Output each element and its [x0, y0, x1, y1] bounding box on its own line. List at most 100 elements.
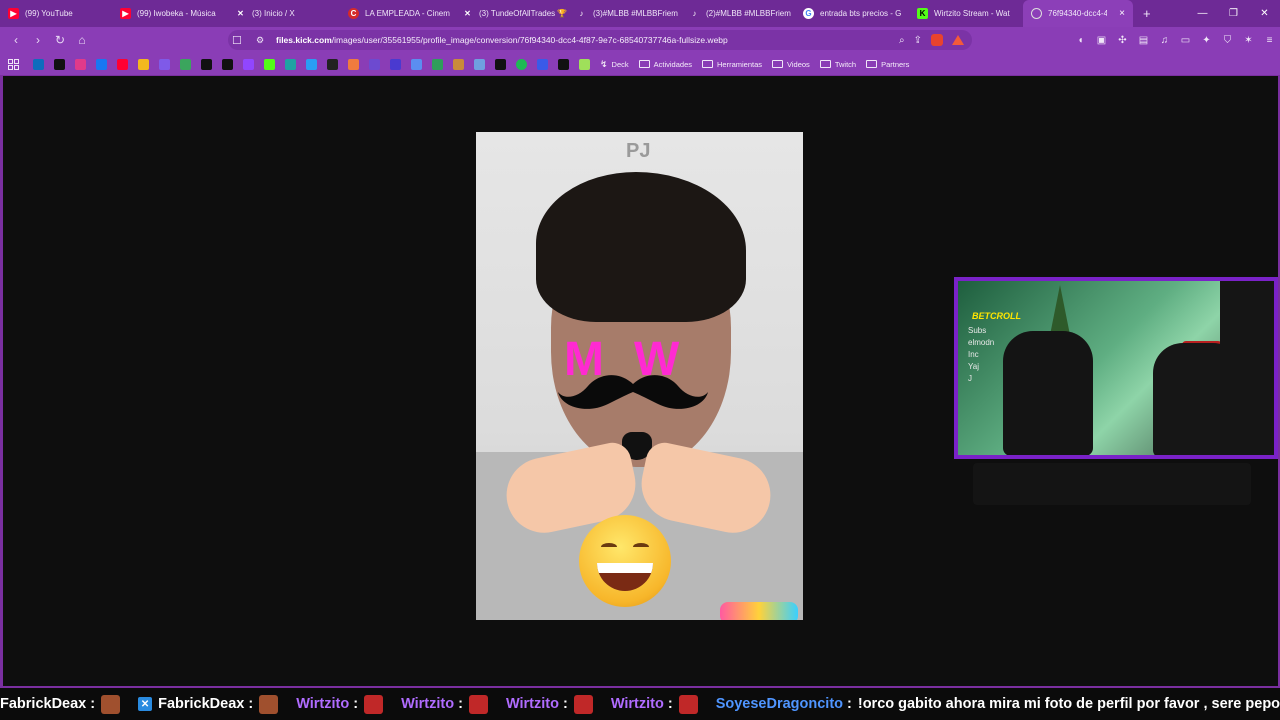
chat-emote [573, 694, 593, 714]
wallet-icon[interactable]: ▭ [1179, 34, 1192, 47]
music-app-icon[interactable] [327, 58, 338, 70]
chat-username: FabrickDeax [158, 696, 245, 712]
tab-label: (99) YouTube [25, 9, 73, 18]
bookmark-folder-partners[interactable]: Partners [866, 60, 909, 69]
chat-username: Wirtzito [505, 696, 559, 712]
youtube-icon[interactable] [117, 58, 128, 70]
forward-icon[interactable]: › [28, 30, 48, 50]
grid-icon[interactable] [495, 58, 506, 70]
brave-rewards-icon[interactable] [952, 35, 964, 45]
kick-badge-icon: ✕ [138, 697, 153, 711]
minimize-icon[interactable]: — [1187, 0, 1218, 27]
sidebar-icon[interactable]: ▤ [1137, 34, 1150, 47]
x-icon[interactable] [222, 58, 233, 70]
chat-ticker: FabrickDeax : ✕ FabrickDeax : Wirtzito :… [0, 688, 1280, 720]
twitch-icon[interactable] [243, 58, 254, 70]
zoom-icon[interactable]: ⌕ [899, 35, 905, 46]
instagram-icon[interactable] [75, 58, 86, 70]
tab-kick[interactable]: K Wirtzito Stream - Wat [909, 0, 1023, 27]
bookmark-deck[interactable]: ↯ Deck [600, 59, 629, 70]
bookmark-icon[interactable]: ☐ [232, 34, 242, 47]
site-info-icon[interactable]: ⚙ [256, 35, 268, 46]
deck-icon: ↯ [600, 58, 608, 69]
bookmark-folder-actividades[interactable]: Actividades [638, 60, 692, 69]
chat-emote [259, 694, 279, 714]
home-icon[interactable]: ⌂ [72, 30, 92, 50]
brave-shields-icon[interactable] [931, 34, 943, 46]
maximize-icon[interactable]: ❐ [1218, 0, 1249, 27]
arc-icon[interactable] [369, 58, 380, 70]
bookmark-folder-herramientas[interactable]: Herramientas [702, 60, 762, 69]
chat-username: Wirtzito [296, 696, 350, 712]
chat-message: SoyeseDragoncito : !orco gabito ahora mi… [716, 696, 1280, 712]
mouse-cursor-icon [786, 383, 796, 395]
menu-icon[interactable]: ≡ [1263, 34, 1276, 47]
bookmark-folder-twitch[interactable]: Twitch [819, 60, 856, 69]
folder-icon [638, 60, 650, 68]
tab-tiktok-1[interactable]: ♪ (3)#MLBB #MLBBFriem [568, 0, 681, 27]
r-icon[interactable] [537, 58, 548, 70]
tiktok-icon: ♪ [692, 9, 697, 18]
reload-icon[interactable]: ↻ [50, 30, 70, 50]
address-bar[interactable]: ☐ ⚙ files.kick.com/images/user/35561955/… [228, 30, 972, 50]
close-window-icon[interactable]: ✕ [1249, 0, 1280, 27]
audio-icon[interactable]: ◖ [1074, 34, 1087, 47]
dots-icon[interactable] [411, 58, 422, 70]
tab-google[interactable]: G entrada bts precios - G [795, 0, 909, 27]
chat-text: !orco gabito ahora mira mi foto de perfi… [857, 696, 1280, 712]
flag-icon[interactable]: ✶ [1242, 34, 1255, 47]
star-icon[interactable] [579, 58, 590, 70]
cinema-icon: C [348, 8, 359, 19]
music-icon[interactable]: ♫ [1158, 34, 1171, 47]
shelf [1220, 281, 1274, 455]
spotify-icon[interactable] [516, 58, 527, 70]
puzzle-icon[interactable]: ✣ [1116, 34, 1129, 47]
tool-icon[interactable] [285, 58, 296, 70]
bookmark-folder-videos[interactable]: Videos [772, 60, 810, 69]
vpn-icon[interactable]: ⛉ [1221, 34, 1234, 47]
kick-icon[interactable] [264, 58, 275, 70]
tab-youtube[interactable]: ▶ (99) YouTube [0, 0, 112, 27]
apps-icon[interactable] [8, 58, 19, 70]
webcam-overlay: BETCROLL Subs elmodn Inc Yaj J [954, 277, 1278, 459]
tab-x-home[interactable]: ✕ (3) Inicio / X [227, 0, 340, 27]
outlook-icon[interactable] [33, 58, 44, 70]
window-controls: — ❐ ✕ [1187, 0, 1280, 27]
share-icon[interactable]: ⇪ [914, 35, 922, 46]
folder-icon [866, 60, 878, 68]
tab-youtube-music[interactable]: ▶ (99) Iwobeka - Música [112, 0, 227, 27]
translate-icon[interactable] [306, 58, 317, 70]
bookmark-yellow-icon[interactable] [138, 58, 149, 70]
tiktok-icon[interactable] [54, 58, 65, 70]
tab-cinema[interactable]: C LA EMPLEADA - Cinem [340, 0, 454, 27]
leo-icon[interactable]: ✦ [1200, 34, 1213, 47]
anchor-icon[interactable] [390, 58, 401, 70]
tiktok-icon: ♪ [579, 9, 584, 18]
tab-label: LA EMPLEADA - Cinem [365, 9, 450, 18]
new-tab-button[interactable]: + [1133, 6, 1161, 21]
box-icon[interactable] [453, 58, 464, 70]
chat-username: FabrickDeax [0, 696, 87, 712]
chat-message: Wirtzito : [401, 694, 496, 714]
tab-label: (99) Iwobeka - Música [137, 9, 216, 18]
tab-x-tunde[interactable]: ✕ (3) TundeOfAllTrades 🏆 [454, 0, 568, 27]
close-tab-icon[interactable]: × [1119, 8, 1125, 19]
bookmark-multicolor-icon[interactable] [159, 58, 170, 70]
extension-icon[interactable]: ▣ [1095, 34, 1108, 47]
tab-tiktok-2[interactable]: ♪ (2)#MLBB #MLBBFriem [681, 0, 795, 27]
back-icon[interactable]: ‹ [6, 30, 26, 50]
chat-message: Wirtzito : [505, 694, 601, 714]
profile-image[interactable]: PJ MW [476, 132, 803, 620]
gallery-icon[interactable] [348, 58, 359, 70]
folder-icon [819, 60, 831, 68]
chat-icon[interactable] [432, 58, 443, 70]
extensions-area: ◖ ▣ ✣ ▤ ♫ ▭ ✦ ⛉ ✶ ≡ [1074, 27, 1276, 53]
pen-icon[interactable] [474, 58, 485, 70]
x-icon[interactable] [201, 58, 212, 70]
url-text[interactable]: files.kick.com/images/user/35561955/prof… [276, 35, 728, 45]
facebook-icon[interactable] [96, 58, 107, 70]
drive-icon[interactable] [180, 58, 191, 70]
folder-icon [702, 60, 713, 68]
diamond-icon[interactable] [558, 58, 569, 70]
tab-active-image[interactable]: 76f94340-dcc4-4f × [1023, 0, 1133, 27]
